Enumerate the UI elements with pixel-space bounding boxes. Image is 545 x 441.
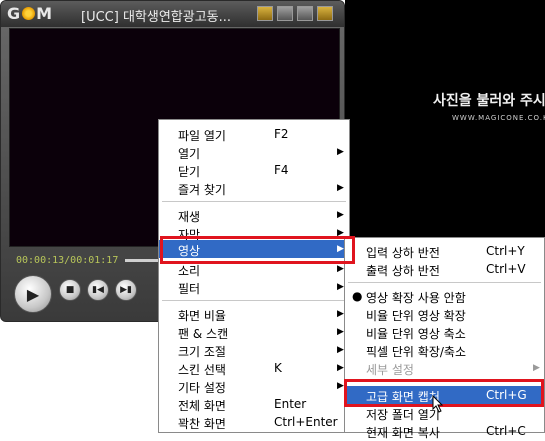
next-icon[interactable]: ▶▮ (115, 279, 137, 301)
menu-item-aspect-ratio[interactable]: 화면 비율 ▶ (159, 305, 349, 323)
chevron-right-icon: ▶ (337, 363, 344, 373)
annotation-box-capture (344, 379, 544, 407)
chevron-right-icon: ▶ (337, 183, 344, 193)
menu-item-label: 열기 (178, 147, 201, 161)
preview-caption: 사진을 불러와 주시 (433, 93, 545, 109)
chevron-right-icon: ▶ (337, 327, 344, 337)
menu-item-close[interactable]: 닫기 F4 (159, 161, 349, 179)
menu-item-label: 소리 (178, 264, 201, 278)
title-bar[interactable]: GM [UCC] 대학생연합광고동... (1, 1, 344, 27)
menu-item-label: 세부 설정 (366, 363, 414, 377)
chevron-right-icon: ▶ (337, 210, 344, 220)
menu-item-label: 전체 화면 (178, 399, 226, 413)
submenu-item-pixel-scale[interactable]: 픽셀 단위 확장/축소 (345, 341, 544, 359)
menu-item-label: 필터 (178, 282, 201, 296)
mouse-cursor-icon (432, 395, 444, 413)
menu-item-label: 크기 조절 (178, 345, 226, 359)
menu-item-shortcut: Ctrl+Enter (274, 415, 338, 429)
submenu-item-ratio-shrink[interactable]: 비율 단위 영상 축소 (345, 323, 544, 341)
radio-bullet-icon: ● (352, 289, 363, 303)
menu-item-label: 기타 설정 (178, 381, 226, 395)
menu-item-shortcut: F4 (274, 163, 289, 177)
fullscreen-icon[interactable] (257, 6, 273, 21)
chevron-right-icon: ▶ (337, 309, 344, 319)
submenu-item-detail-settings[interactable]: 세부 설정 ▶ (345, 359, 544, 377)
chevron-right-icon: ▶ (337, 282, 344, 292)
menu-item-fullscreen[interactable]: 전체 화면 Enter (159, 395, 349, 413)
menu-separator (348, 282, 541, 283)
menu-item-label: 스킨 선택 (178, 363, 226, 377)
menu-item-label: 픽셀 단위 확장/축소 (366, 345, 466, 359)
maximize-icon[interactable] (297, 6, 313, 21)
menu-item-label: 비율 단위 영상 확장 (366, 309, 466, 323)
menu-item-label: 파일 열기 (178, 129, 226, 143)
chevron-right-icon: ▶ (337, 147, 344, 157)
menu-item-pan-scan[interactable]: 팬 & 스캔 ▶ (159, 323, 349, 341)
stop-icon[interactable]: ■ (59, 279, 81, 301)
submenu-item-copy-frame[interactable]: 현재 화면 복사 Ctrl+C (345, 422, 544, 440)
menu-item-resize[interactable]: 크기 조절 ▶ (159, 341, 349, 359)
seek-bar[interactable] (125, 259, 159, 262)
menu-separator (162, 201, 346, 202)
annotation-box-video (160, 236, 355, 264)
menu-item-label: 입력 상하 반전 (366, 246, 440, 260)
menu-item-filter[interactable]: 필터 ▶ (159, 278, 349, 296)
menu-item-label: 저장 폴더 열기 (366, 408, 440, 422)
menu-item-fill-screen[interactable]: 꽉찬 화면 Ctrl+Enter (159, 413, 349, 431)
chevron-right-icon: ▶ (337, 381, 344, 391)
menu-item-shortcut: Ctrl+C (486, 424, 526, 438)
gom-logo: GM (7, 4, 54, 23)
submenu-item-output-flip[interactable]: 출력 상하 반전 Ctrl+V (345, 260, 544, 278)
menu-item-label: 재생 (178, 210, 201, 224)
menu-item-open-file[interactable]: 파일 열기 F2 (159, 125, 349, 143)
menu-separator (162, 300, 346, 301)
menu-item-label: 비율 단위 영상 축소 (366, 327, 466, 341)
menu-item-shortcut: F2 (274, 127, 289, 141)
menu-item-shortcut: K (274, 361, 282, 375)
play-icon[interactable]: ▶ (14, 275, 52, 313)
menu-item-label: 팬 & 스캔 (178, 327, 229, 341)
menu-item-open[interactable]: 열기 ▶ (159, 143, 349, 161)
menu-item-other-settings[interactable]: 기타 설정 ▶ (159, 377, 349, 395)
menu-item-label: 영상 확장 사용 안함 (366, 291, 466, 305)
chevron-right-icon: ▶ (337, 345, 344, 355)
prev-icon[interactable]: ▮◀ (87, 279, 109, 301)
menu-item-shortcut: Ctrl+V (486, 262, 526, 276)
close-icon[interactable] (317, 6, 333, 21)
menu-item-shortcut: Enter (274, 397, 307, 411)
submenu-item-ratio-expand[interactable]: 비율 단위 영상 확장 (345, 305, 544, 323)
window-title: [UCC] 대학생연합광고동... (81, 10, 232, 25)
menu-item-playback[interactable]: 재생 ▶ (159, 206, 349, 224)
menu-item-label: 화면 비율 (178, 309, 226, 323)
menu-item-label: 꽉찬 화면 (178, 417, 226, 431)
time-readout: 00:00:13/00:01:17 (16, 255, 119, 266)
minimize-icon[interactable] (277, 6, 293, 21)
menu-item-shortcut: Ctrl+Y (486, 244, 525, 258)
context-menu: 파일 열기 F2 열기 ▶ 닫기 F4 즐겨 찾기 ▶ 재생 ▶ 자막 ▶ 영상 ▶ 소리 ▶ … (158, 119, 350, 433)
menu-item-favorites[interactable]: 즐겨 찾기 ▶ (159, 179, 349, 197)
menu-item-skin[interactable]: 스킨 선택 K ▶ (159, 359, 349, 377)
submenu-item-input-flip[interactable]: 입력 상하 반전 Ctrl+Y (345, 242, 544, 260)
menu-item-label: 출력 상하 반전 (366, 264, 440, 278)
menu-item-label: 닫기 (178, 165, 201, 179)
menu-item-label: 즐겨 찾기 (178, 183, 226, 197)
chevron-right-icon: ▶ (533, 363, 540, 373)
preview-url: WWW.MAGICONE.CO.K (452, 114, 545, 122)
submenu-item-no-expand[interactable]: ● 영상 확장 사용 안함 (345, 287, 544, 305)
